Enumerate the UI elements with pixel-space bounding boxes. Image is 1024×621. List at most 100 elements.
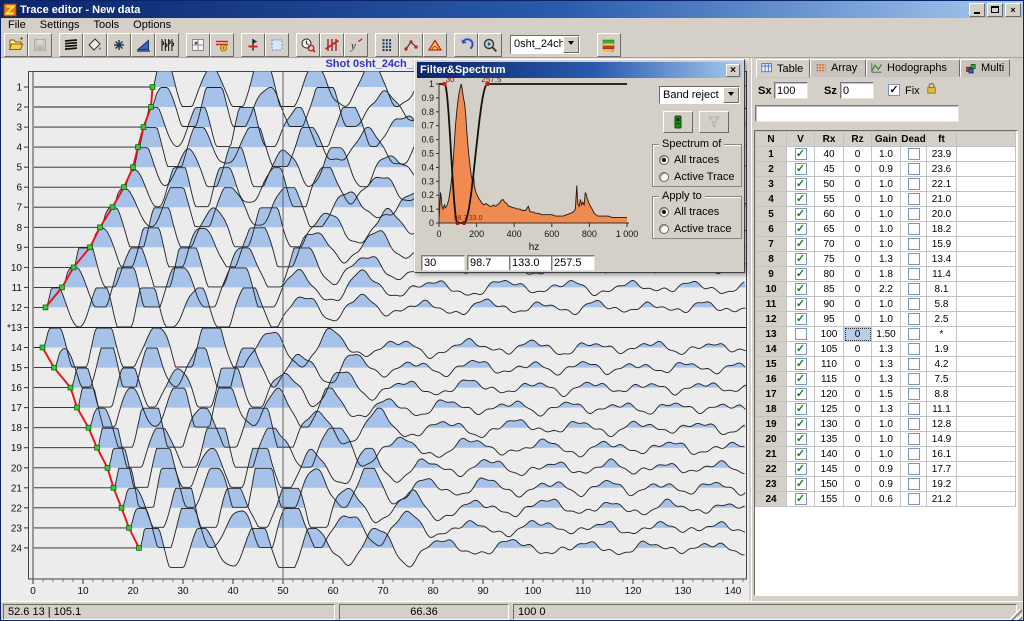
gain-cell[interactable]: 1.0 [872,432,901,447]
visible-cell[interactable] [787,462,815,477]
visible-checkbox[interactable] [795,463,807,475]
filter-type-select[interactable]: Band reject [659,86,740,104]
gain-cell[interactable]: 1.0 [872,312,901,327]
spectrum-tool-button[interactable] [107,33,131,57]
pick-marker[interactable] [136,145,141,150]
menu-item-settings[interactable]: Settings [33,19,87,31]
row-number-cell[interactable]: 15 [756,357,787,372]
polyline-edit-button[interactable]: y [344,33,368,57]
rz-cell[interactable]: 0 [844,447,872,462]
rz-cell[interactable]: 0 [844,492,872,507]
fix-checkbox[interactable] [888,84,900,96]
rx-cell[interactable]: 135 [815,432,844,447]
dead-cell[interactable] [901,492,927,507]
gain-cell[interactable]: 0.6 [872,492,901,507]
gain-cell[interactable]: 1.0 [872,447,901,462]
ft-cell[interactable]: 1.9 [927,342,957,357]
dead-cell[interactable] [901,387,927,402]
compute-spectrum-button[interactable] [663,111,693,133]
fill-mode-button[interactable] [83,33,107,57]
dead-cell[interactable] [901,357,927,372]
dead-cell[interactable] [901,432,927,447]
rz-cell[interactable]: 0 [844,312,872,327]
column-header-v[interactable]: V [787,132,815,147]
dead-checkbox[interactable] [908,208,920,220]
ft-cell[interactable]: 23.6 [927,162,957,177]
rz-cell[interactable]: 0 [844,267,872,282]
gain-cell[interactable]: 1.0 [872,177,901,192]
row-number-cell[interactable]: 20 [756,432,787,447]
freq4-input[interactable] [551,255,595,271]
pick-marker[interactable] [52,365,57,370]
row-number-cell[interactable]: 1 [756,147,787,162]
dead-checkbox[interactable] [908,268,920,280]
visible-checkbox[interactable] [795,373,807,385]
dead-cell[interactable] [901,477,927,492]
dead-cell[interactable] [901,312,927,327]
rz-cell[interactable]: 0 [844,387,872,402]
row-number-cell[interactable]: 11 [756,297,787,312]
dead-checkbox[interactable] [908,223,920,235]
row-number-cell[interactable]: 10 [756,282,787,297]
ft-cell[interactable]: 19.2 [927,477,957,492]
zoom-tool-button[interactable] [478,33,502,57]
ft-cell[interactable]: 18.2 [927,222,957,237]
visible-checkbox[interactable] [795,328,807,340]
rz-cell[interactable]: 0 [844,177,872,192]
rx-cell[interactable]: 150 [815,477,844,492]
gain-cell[interactable]: 1.3 [872,357,901,372]
row-number-cell[interactable]: 12 [756,312,787,327]
row-number-cell[interactable]: 14 [756,342,787,357]
rx-cell[interactable]: 110 [815,357,844,372]
rx-cell[interactable]: 120 [815,387,844,402]
row-number-cell[interactable]: 13 [756,327,787,342]
ft-cell[interactable]: 15.9 [927,237,957,252]
rx-cell[interactable]: 115 [815,372,844,387]
ft-cell[interactable]: 11.4 [927,267,957,282]
visible-checkbox[interactable] [795,313,807,325]
rx-cell[interactable]: 60 [815,207,844,222]
rz-cell[interactable]: 0 [844,357,872,372]
rx-cell[interactable]: 145 [815,462,844,477]
visible-cell[interactable] [787,162,815,177]
row-number-cell[interactable]: 7 [756,237,787,252]
visible-cell[interactable] [787,267,815,282]
row-number-cell[interactable]: 3 [756,177,787,192]
visible-checkbox[interactable] [795,478,807,490]
row-number-cell[interactable]: 19 [756,417,787,432]
visible-checkbox[interactable] [795,178,807,190]
dead-checkbox[interactable] [908,313,920,325]
rz-cell[interactable]: 0 [844,282,872,297]
scatter-tool-button[interactable] [399,33,423,57]
visible-checkbox[interactable] [795,418,807,430]
pick-marker[interactable] [105,465,110,470]
row-number-cell[interactable]: 22 [756,462,787,477]
pick-marker[interactable] [68,385,73,390]
freq1-input[interactable] [421,255,465,271]
gain-cell[interactable]: 1.5 [872,387,901,402]
visible-cell[interactable] [787,492,815,507]
rx-cell[interactable]: 105 [815,342,844,357]
dead-checkbox[interactable] [908,253,920,265]
pick-marker[interactable] [60,285,65,290]
dead-checkbox[interactable] [908,298,920,310]
dialog-close-icon[interactable]: × [726,64,740,77]
dead-checkbox[interactable] [908,178,920,190]
visible-checkbox[interactable] [795,433,807,445]
dead-checkbox[interactable] [908,478,920,490]
column-header-rz[interactable]: Rz [844,132,872,147]
dead-checkbox[interactable] [908,388,920,400]
row-number-cell[interactable]: 16 [756,372,787,387]
reject-traces-button[interactable] [320,33,344,57]
title-bar[interactable]: Trace editor - New data × [1,1,1023,18]
tab-array[interactable]: Array [810,59,866,77]
shot-selector-dropdown-icon[interactable] [563,36,579,53]
sx-input[interactable] [774,82,808,99]
tab-multi[interactable]: Multi [960,59,1010,77]
gain-cell[interactable]: 1.0 [872,297,901,312]
rz-cell[interactable]: 0 [844,192,872,207]
visible-cell[interactable] [787,222,815,237]
row-number-cell[interactable]: 23 [756,477,787,492]
visible-cell[interactable] [787,387,815,402]
gain-cell[interactable]: 1.8 [872,267,901,282]
